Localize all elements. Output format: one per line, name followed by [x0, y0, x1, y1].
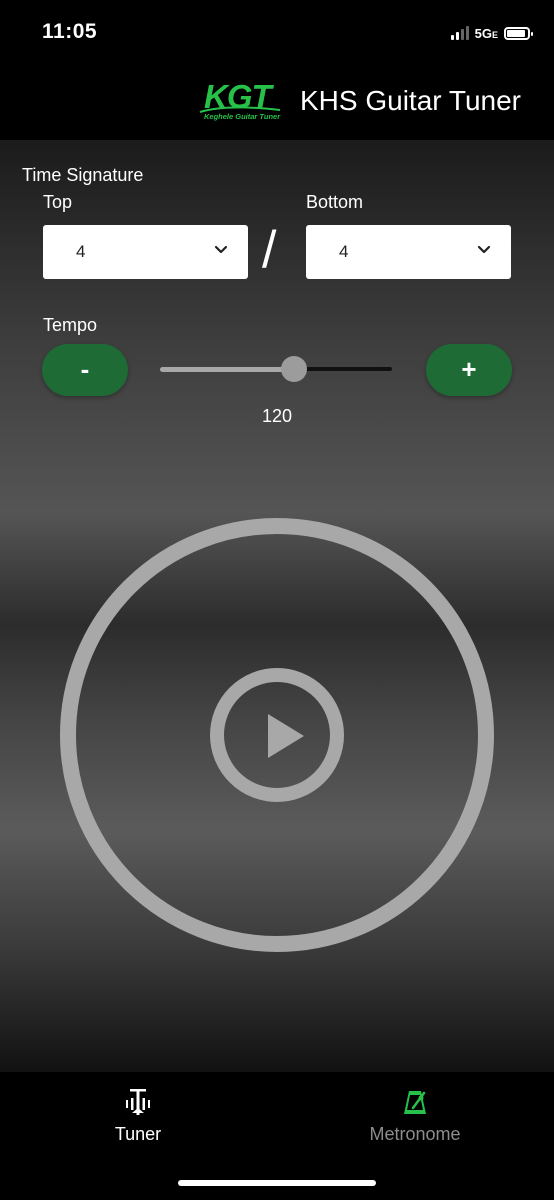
tab-tuner[interactable]: Tuner: [48, 1086, 228, 1145]
network-type: 5GE: [474, 25, 498, 41]
metronome-icon: [404, 1091, 426, 1114]
app-header: KGT Keghele Guitar Tuner KHS Guitar Tune…: [0, 64, 554, 140]
play-button[interactable]: [210, 668, 344, 802]
time-signature-label: Time Signature: [22, 165, 144, 185]
tuning-fork-icon: [126, 1089, 150, 1115]
top-select-value: 4: [76, 242, 86, 261]
top-label: Top: [43, 192, 73, 212]
cellular-signal-icon: [450, 26, 469, 40]
chevron-down-icon: [477, 245, 491, 254]
slider-thumb[interactable]: [281, 356, 307, 382]
metronome-panel: Time Signature Top 4 / Bottom 4 Tempo - …: [0, 140, 554, 1072]
tab-tuner-label: Tuner: [114, 1124, 162, 1144]
home-indicator[interactable]: [178, 1180, 376, 1186]
app-title: KHS Guitar Tuner: [300, 85, 521, 116]
slider-track-filled: [160, 367, 294, 372]
play-icon: [268, 714, 304, 758]
top-select[interactable]: 4: [43, 225, 248, 279]
app-logo: KGT Keghele Guitar Tuner: [198, 78, 282, 124]
tempo-increase-button[interactable]: +: [426, 344, 512, 396]
logo-subtext: Keghele Guitar Tuner: [204, 112, 281, 121]
screen: 11:05 5GE KGT Keghele Guitar Tuner KHS G…: [0, 0, 554, 1200]
tab-metronome[interactable]: Metronome: [325, 1086, 505, 1145]
bottom-select[interactable]: 4: [306, 225, 511, 279]
bottom-label: Bottom: [306, 192, 364, 212]
tab-metronome-label: Metronome: [369, 1124, 461, 1144]
chevron-down-icon: [214, 245, 228, 254]
tempo-label: Tempo: [43, 315, 98, 335]
status-icons: 5GE: [450, 22, 533, 44]
bottom-select-value: 4: [339, 242, 349, 261]
time-signature-separator: /: [262, 221, 277, 279]
tempo-decrease-button[interactable]: -: [42, 344, 128, 396]
status-bar: 11:05 5GE: [0, 0, 554, 64]
tempo-value: 120: [261, 406, 293, 426]
slider-track-empty: [292, 367, 392, 371]
status-time: 11:05: [42, 20, 98, 43]
battery-icon: [504, 26, 533, 40]
